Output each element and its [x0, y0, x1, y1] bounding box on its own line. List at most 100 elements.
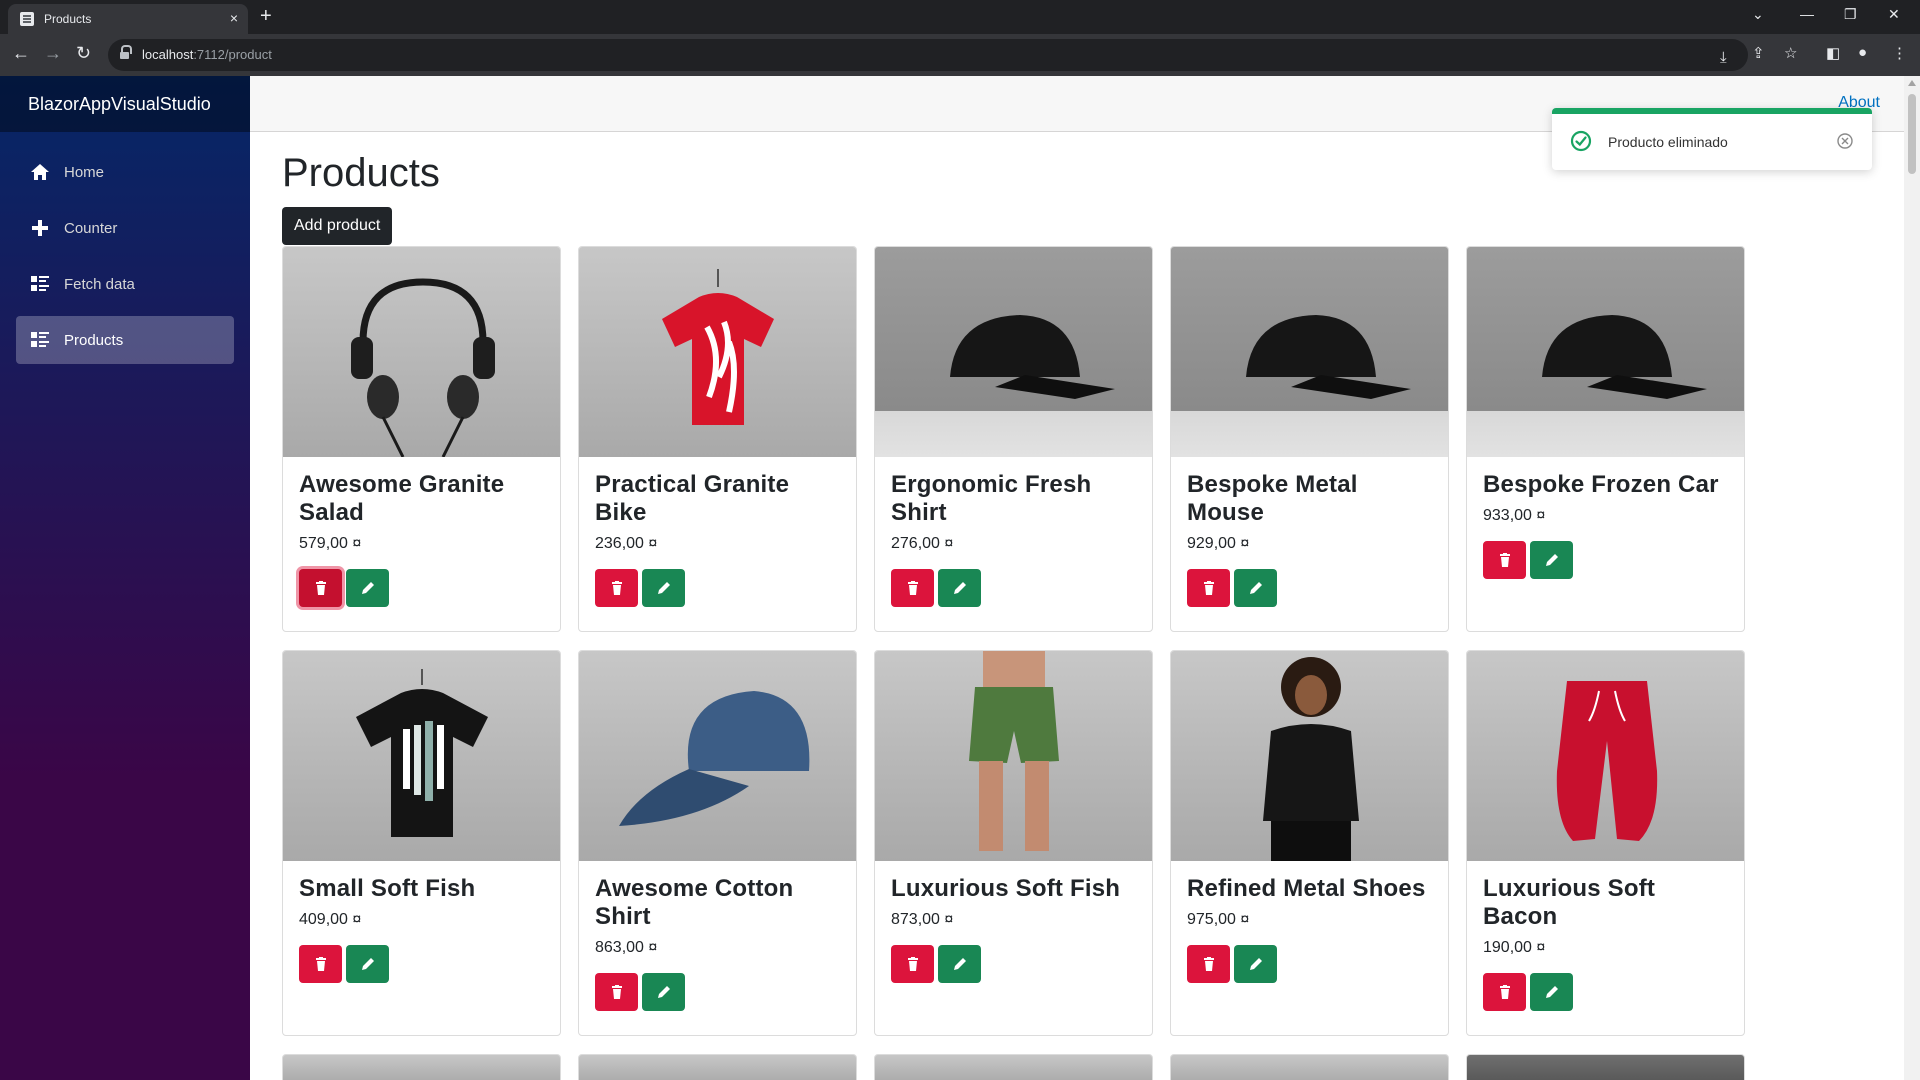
browser-tab[interactable]: Products ×	[8, 4, 248, 34]
edit-button[interactable]	[642, 569, 685, 607]
delete-button[interactable]	[891, 945, 934, 983]
install-app-icon[interactable]: ⤓	[1720, 49, 1727, 66]
delete-button[interactable]	[891, 569, 934, 607]
edit-button[interactable]	[346, 945, 389, 983]
product-name: Small Soft Fish	[299, 875, 476, 902]
forward-icon[interactable]: →	[44, 43, 62, 63]
product-price: 276,00 ¤	[891, 535, 954, 552]
url-text[interactable]: localhost:7112/product	[142, 47, 272, 62]
page-icon	[20, 12, 34, 26]
product-image-red-tshirt[interactable]	[579, 247, 856, 457]
product-price: 933,00 ¤	[1483, 507, 1546, 524]
delete-button[interactable]	[1187, 945, 1230, 983]
product-name: Awesome Granite Salad	[299, 471, 505, 526]
product-name: Bespoke Frozen Car	[1483, 471, 1719, 498]
sidebar-item-label: Counter	[64, 219, 118, 237]
edit-button[interactable]	[346, 569, 389, 607]
edit-button[interactable]	[938, 569, 981, 607]
page-title: Products	[282, 151, 440, 195]
delete-button[interactable]	[595, 569, 638, 607]
profile-icon[interactable]: ●	[1858, 44, 1867, 61]
product-card: Small Soft Fish 409,00 ¤	[282, 650, 561, 1036]
sidebar-item-home[interactable]: Home	[16, 148, 234, 196]
tab-title: Products	[44, 12, 92, 26]
edit-button[interactable]	[1530, 973, 1573, 1011]
trash-icon	[1499, 553, 1510, 567]
add-product-button[interactable]: Add product	[282, 207, 393, 245]
edit-button[interactable]	[1234, 569, 1277, 607]
product-card: Luxurious Soft Fish 873,00 ¤	[874, 650, 1153, 1036]
product-image-green-shorts[interactable]	[875, 651, 1152, 861]
pencil-icon	[953, 582, 966, 594]
product-price: 236,00 ¤	[595, 535, 658, 552]
page-scrollbar[interactable]	[1904, 76, 1920, 1080]
close-window-icon[interactable]: ✕	[1888, 6, 1900, 23]
trash-icon	[907, 581, 918, 595]
product-image-woman-tshirt[interactable]	[1171, 651, 1448, 861]
reload-icon[interactable]: ↻	[76, 43, 91, 63]
delete-button[interactable]	[1483, 541, 1526, 579]
lock-icon[interactable]	[120, 45, 132, 60]
pencil-icon	[657, 986, 670, 998]
sidebar-item-fetch-data[interactable]: Fetch data	[16, 260, 234, 308]
minimize-icon[interactable]: —	[1800, 6, 1814, 22]
main-content: Products Add product Awesome Granite Sal…	[250, 133, 1904, 1080]
plus-icon	[32, 220, 48, 236]
edit-button[interactable]	[938, 945, 981, 983]
address-bar[interactable]: localhost:7112/product ⤓	[108, 39, 1748, 71]
edit-button[interactable]	[1234, 945, 1277, 983]
trash-icon	[315, 581, 326, 595]
product-image-black-cap[interactable]	[1467, 247, 1744, 457]
sidebar-item-label: Home	[64, 163, 105, 181]
product-name: Luxurious Soft Bacon	[1483, 875, 1656, 930]
trash-icon	[907, 957, 918, 971]
product-card	[282, 1054, 561, 1080]
product-name: Ergonomic Fresh Shirt	[891, 471, 1092, 526]
nav-menu: Home Counter Fetch data Products	[0, 132, 250, 364]
product-price: 863,00 ¤	[595, 939, 658, 956]
trash-icon	[611, 985, 622, 999]
restore-icon[interactable]: ❐	[1844, 6, 1857, 23]
sidebar-item-label: Fetch data	[64, 275, 135, 293]
delete-button[interactable]	[1187, 569, 1230, 607]
delete-button[interactable]	[1483, 973, 1526, 1011]
scroll-thumb[interactable]	[1908, 94, 1916, 174]
brand-link[interactable]: BlazorAppVisualStudio	[28, 94, 211, 115]
product-image-headphones[interactable]	[283, 247, 560, 457]
menu-icon[interactable]: ⋮	[1892, 44, 1907, 62]
product-image-blue-cap[interactable]	[579, 651, 856, 861]
close-icon[interactable]	[1836, 132, 1854, 150]
product-card	[1466, 1054, 1745, 1080]
edit-button[interactable]	[642, 973, 685, 1011]
pencil-icon	[1545, 986, 1558, 998]
product-image-black-tshirt[interactable]	[283, 651, 560, 861]
trash-icon	[611, 581, 622, 595]
delete-button[interactable]	[595, 973, 638, 1011]
tab-search-icon[interactable]: ⌄	[1752, 6, 1764, 23]
list-rich-icon	[31, 276, 49, 291]
product-image-black-cap[interactable]	[875, 247, 1152, 457]
side-panel-icon[interactable]: ◧	[1826, 44, 1840, 62]
product-image-black-cap[interactable]	[1171, 247, 1448, 457]
product-price: 579,00 ¤	[299, 535, 362, 552]
product-image-red-pants[interactable]	[1467, 651, 1744, 861]
scroll-up-icon[interactable]	[1908, 80, 1916, 86]
sidebar-item-products[interactable]: Products	[16, 316, 234, 364]
share-icon[interactable]: ⇪	[1752, 44, 1765, 62]
product-price: 409,00 ¤	[299, 911, 362, 928]
sidebar-item-label: Products	[64, 331, 124, 349]
bookmark-star-icon[interactable]: ☆	[1784, 44, 1797, 62]
delete-button[interactable]	[299, 945, 342, 983]
trash-icon	[1203, 957, 1214, 971]
delete-button[interactable]	[299, 569, 342, 607]
sidebar-item-counter[interactable]: Counter	[16, 204, 234, 252]
tab-close-icon[interactable]: ×	[230, 10, 238, 26]
product-name: Awesome Cotton Shirt	[595, 875, 794, 930]
product-card: Bespoke Metal Mouse 929,00 ¤	[1170, 246, 1449, 632]
back-icon[interactable]: ←	[12, 43, 30, 63]
product-card: Ergonomic Fresh Shirt 276,00 ¤	[874, 246, 1153, 632]
edit-button[interactable]	[1530, 541, 1573, 579]
pencil-icon	[361, 582, 374, 594]
toast-progress-bar	[1552, 108, 1872, 114]
new-tab-button[interactable]: +	[260, 6, 272, 26]
